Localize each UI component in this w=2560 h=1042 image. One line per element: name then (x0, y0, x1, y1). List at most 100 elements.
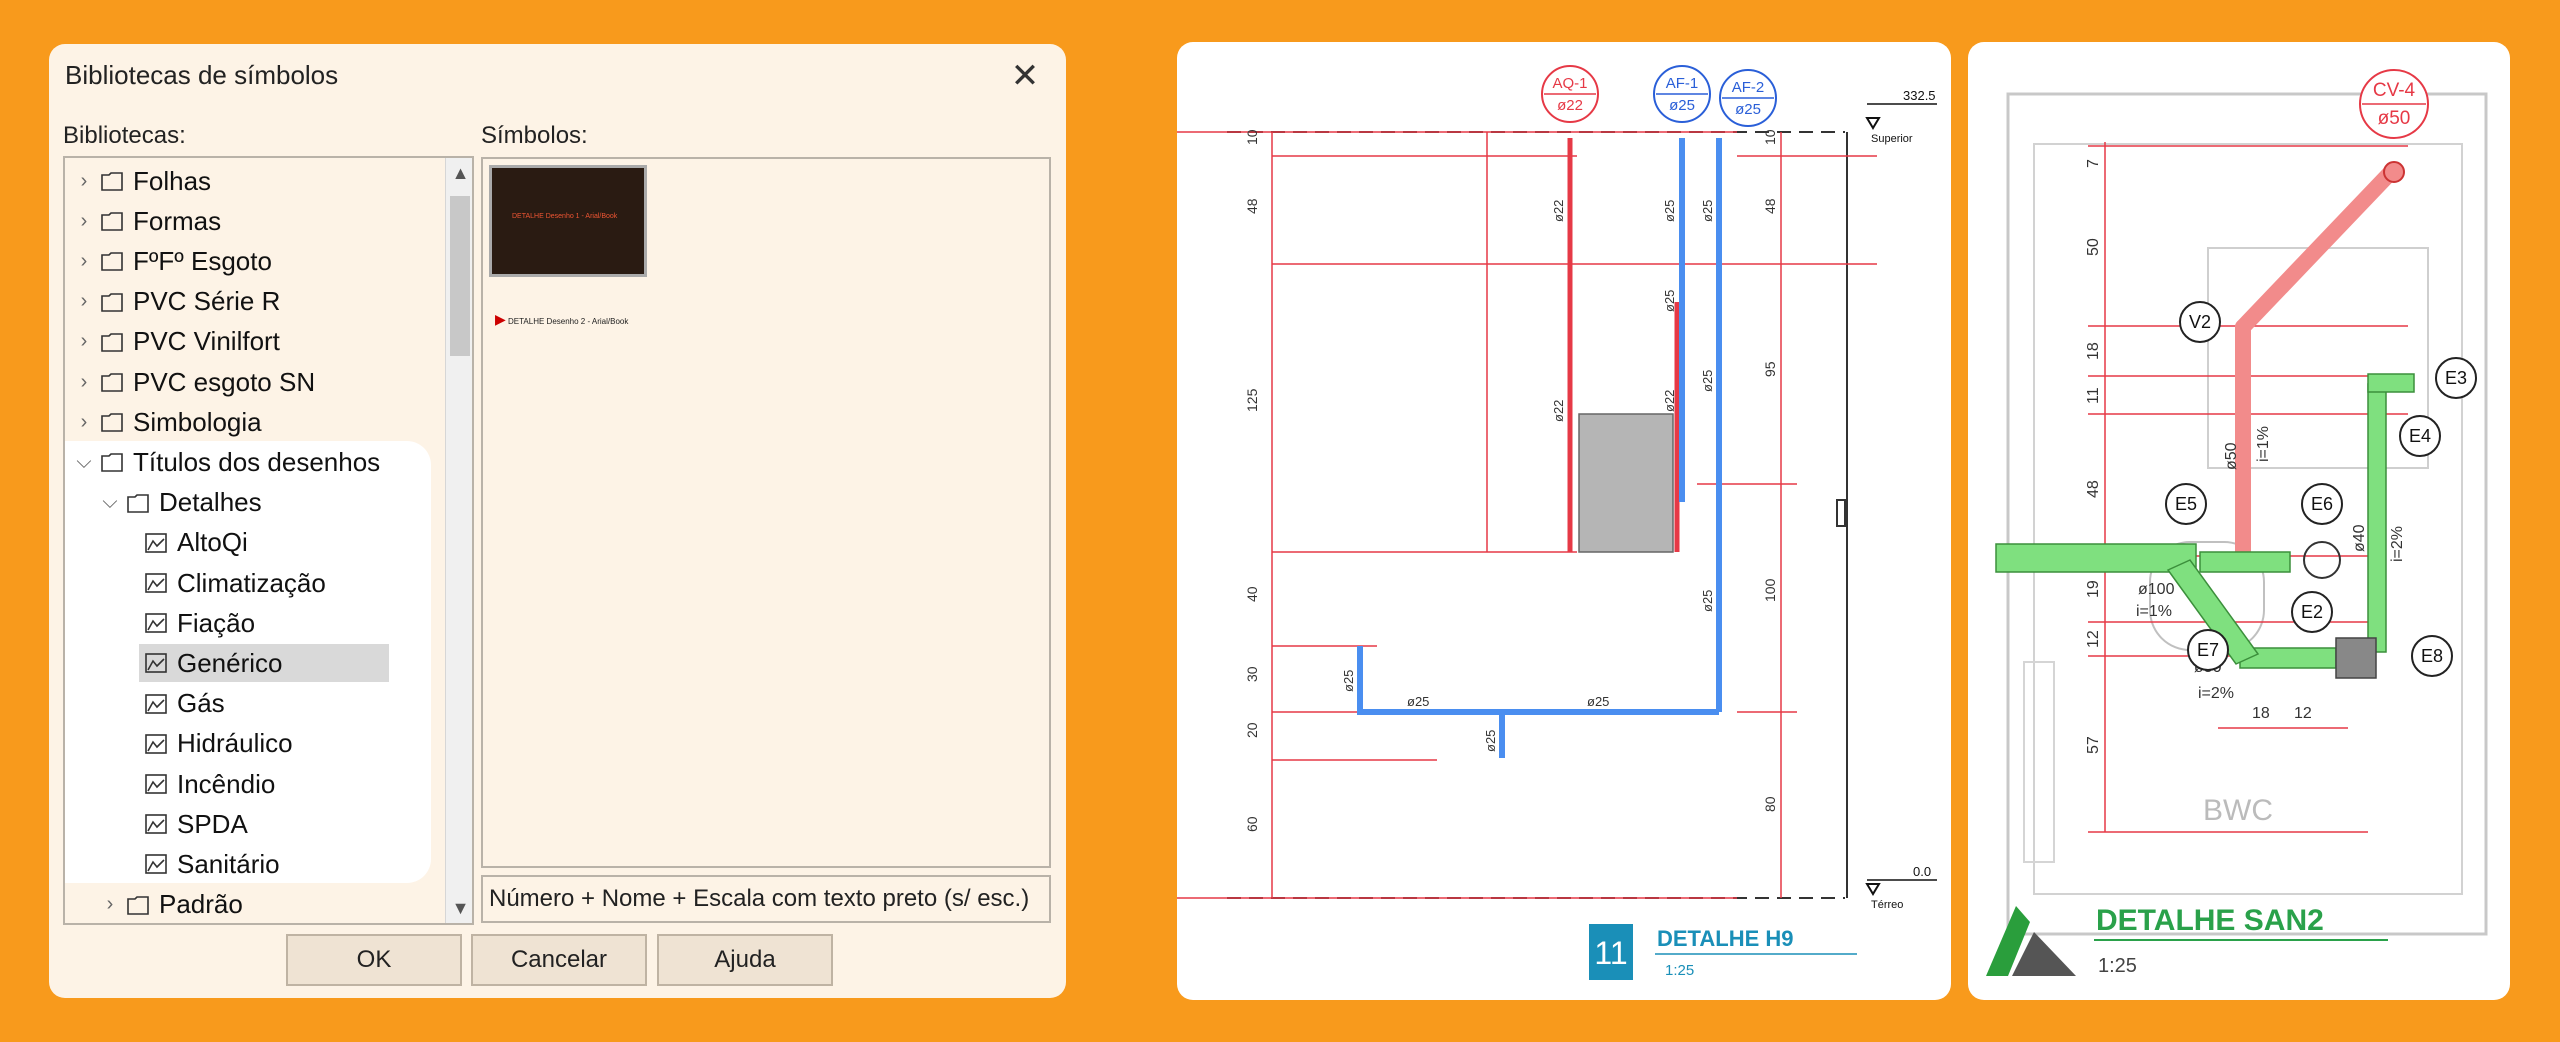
chevron-right-icon[interactable]: › (73, 250, 95, 273)
tree-item-label: Folhas (133, 165, 212, 196)
node-v2-label: V2 (2189, 312, 2211, 332)
tree-item-label: Fiação (177, 607, 256, 638)
tree-item[interactable]: ⌵ Títulos dos desenhos (73, 443, 380, 481)
close-icon[interactable]: ✕ (1007, 58, 1043, 94)
ok-button[interactable]: OK (286, 934, 462, 986)
level-bottom-name: Térreo (1871, 899, 1903, 911)
node-e7-label: E7 (2197, 640, 2219, 660)
folder-icon (101, 212, 123, 231)
tree-item[interactable]: › Folhas (73, 162, 211, 200)
folder-icon (101, 373, 123, 392)
tree-item[interactable]: › Simbologia (73, 403, 262, 441)
libraries-label: Bibliotecas: (63, 122, 186, 149)
chevron-right-icon[interactable]: › (73, 411, 95, 434)
pipe-label-8: ø25 (1700, 590, 1715, 612)
chevron-right-icon[interactable]: › (99, 893, 121, 916)
chevron-right-icon[interactable]: › (73, 330, 95, 353)
dim-right-1: 10 (1762, 129, 1778, 145)
tree-scrollbar[interactable]: ▲ ▼ (445, 158, 472, 923)
tree-item[interactable]: Fiação (139, 604, 255, 642)
drawing-symbol-icon (145, 814, 167, 834)
cancel-button[interactable]: Cancelar (471, 934, 647, 986)
symbols-panel: DETALHE Desenho 1 - Arial/Book ▶ DETALHE… (481, 157, 1051, 868)
node-e4-label: E4 (2409, 426, 2431, 446)
drawing-san2-panel: 7 50 18 11 48 19 12 57 18 12 ø50 i=1% ø4… (1968, 42, 2510, 1000)
chevron-right-icon[interactable]: › (73, 290, 95, 313)
dim-left-4: 40 (1244, 586, 1260, 602)
chevron-right-icon[interactable]: › (73, 210, 95, 233)
tag-cv4-diam: ø50 (2378, 108, 2411, 129)
tree-item[interactable]: ⌵ Detalhes (99, 484, 262, 522)
pipe-label-4: ø25 (1662, 290, 1677, 312)
tree-item[interactable]: › Formas (73, 202, 221, 240)
dim-right-4: 100 (1762, 578, 1778, 602)
san-dim-8: 57 (2085, 736, 2102, 754)
tree-item-label: PVC esgoto SN (133, 366, 316, 397)
drawing-symbol-icon (145, 532, 167, 553)
tree-item[interactable]: Climatização (139, 564, 326, 602)
folder-icon (101, 453, 123, 473)
tree-item[interactable]: AltoQi (139, 524, 248, 562)
tree-item[interactable]: Genérico (139, 644, 389, 683)
tag-af2-code: AF-2 (1732, 79, 1765, 96)
pipe-label-7: ø25 (1700, 370, 1715, 392)
folder-icon (101, 172, 123, 191)
label-d50-vertical: ø50 (2223, 442, 2240, 470)
pipe-label-10: ø25 (1407, 694, 1429, 709)
symbol-2-text: DETALHE Desenho 2 - Arial/Book (508, 317, 629, 326)
tree-item[interactable]: Gás (139, 685, 225, 723)
tree-item[interactable]: SPDA (139, 805, 248, 843)
pipe-label-9: ø25 (1341, 670, 1356, 692)
chevron-down-icon[interactable]: ⌵ (99, 491, 121, 514)
chevron-right-icon[interactable]: › (73, 170, 95, 193)
scroll-down-icon[interactable]: ▼ (446, 893, 472, 923)
tree-item[interactable]: › FºFº Esgoto (73, 242, 272, 280)
san-dim-7: 12 (2085, 630, 2102, 648)
tree-item[interactable]: Incêndio (139, 765, 275, 803)
scroll-up-icon[interactable]: ▲ (446, 158, 472, 188)
flag-icon: ▶ (495, 311, 506, 327)
node-e8-label: E8 (2421, 646, 2443, 666)
tree-item-label: Gás (177, 688, 225, 719)
scroll-thumb[interactable] (450, 196, 470, 356)
tree-item[interactable]: Sanitário (139, 845, 280, 883)
folder-icon (101, 413, 123, 432)
chevron-right-icon[interactable]: › (73, 371, 95, 394)
tree-item[interactable]: › PVC Série R (73, 283, 281, 321)
folder-icon (101, 292, 123, 312)
san-dim-bottom-1: 18 (2252, 705, 2270, 722)
tree-item[interactable]: Hidráulico (139, 725, 293, 763)
tree-item-label: Climatização (177, 567, 326, 598)
tree-item[interactable]: › PVC esgoto SN (73, 363, 315, 401)
tree-item-label: Hidráulico (177, 728, 293, 759)
tree-item-label: Detalhes (159, 487, 262, 518)
node-e3-label: E3 (2445, 368, 2467, 388)
dim-left-6: 20 (1244, 722, 1260, 738)
tag-cv4-code: CV-4 (2373, 80, 2416, 101)
tag-aq1-code: AQ-1 (1552, 75, 1587, 92)
label-slope-e: i=2% (2389, 526, 2406, 562)
symbol-library-dialog: Bibliotecas de símbolos ✕ Bibliotecas: S… (49, 44, 1066, 998)
pipe-label-2: ø22 (1551, 400, 1566, 422)
dim-left-2: 48 (1244, 198, 1260, 214)
symbol-thumbnail-2[interactable]: ▶ DETALHE Desenho 2 - Arial/Book (495, 311, 628, 328)
help-button[interactable]: Ajuda (657, 934, 833, 986)
level-marker-bottom (1865, 883, 1881, 896)
san-dim-4: 11 (2085, 387, 2102, 404)
symbol-thumbnail-1[interactable]: DETALHE Desenho 1 - Arial/Book (489, 165, 647, 277)
library-tree[interactable]: › Folhas › Formas › FºFº Esgoto › PVC Série R › P… (63, 156, 474, 925)
label-slope-bottom: i=2% (2198, 685, 2234, 702)
drawing-symbol-icon (145, 693, 167, 714)
symbol-1-text: DETALHE Desenho 1 - Arial/Book (512, 213, 618, 220)
water-heater (1578, 413, 1674, 553)
san-dim-6: 19 (2085, 580, 2102, 598)
pipe-label-1: ø22 (1551, 200, 1566, 222)
dim-right-2: 48 (1762, 198, 1778, 214)
tree-item[interactable]: › PVC Vinilfort (73, 323, 280, 361)
chevron-down-icon[interactable]: ⌵ (73, 451, 95, 474)
drawing-symbol-icon (145, 573, 167, 593)
tree-item[interactable]: › Padrão (99, 886, 243, 923)
tree-item-label: SPDA (177, 808, 248, 839)
drawing-symbol-icon (145, 854, 167, 875)
dim-right-5: 80 (1762, 796, 1778, 812)
